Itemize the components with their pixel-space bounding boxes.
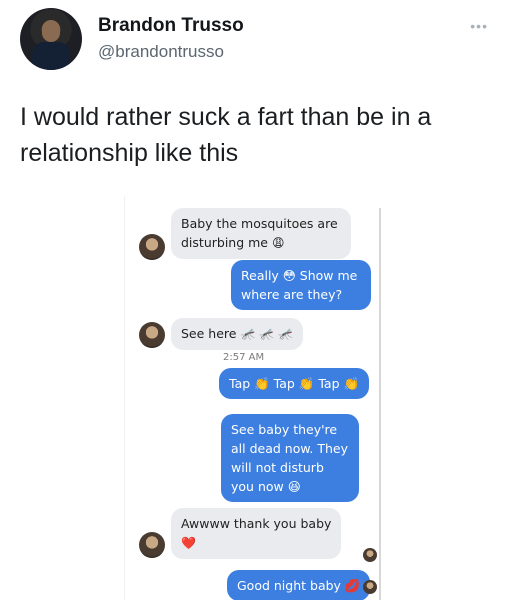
chat-message-sent: Good night baby 💋: [227, 570, 371, 600]
author-display-name[interactable]: Brandon Trusso: [98, 14, 244, 38]
author-handle[interactable]: @brandontrusso: [98, 40, 244, 64]
chat-message-text: Really 😳 Show me where are they?: [241, 268, 358, 302]
tweet-text: I would rather suck a fart than be in a …: [20, 103, 432, 167]
chat-message-text: Baby the mosquitoes are disturbing me: [181, 216, 338, 250]
chat-message-received: Awwww thank you baby ❤️: [171, 508, 342, 559]
chat-message-sent: See baby they're all dead now. They will…: [221, 414, 359, 502]
read-receipt-avatar: [363, 580, 377, 594]
emoji-mosquito-icon: 🦟 🦟 🦟: [240, 327, 293, 341]
chat-message-received: Baby the mosquitoes are disturbing me 😩: [171, 208, 351, 259]
chat-message-text: See baby they're all dead now. They will…: [231, 422, 349, 494]
more-options-icon[interactable]: •••: [470, 18, 488, 34]
chat-message-text: See here: [181, 326, 237, 341]
author-avatar[interactable]: [20, 8, 82, 70]
emoji-weary-icon: 😩: [271, 236, 285, 250]
contact-avatar: [139, 532, 165, 558]
author-names: Brandon Trusso @brandontrusso: [98, 14, 244, 64]
chat-message-text: Good night baby 💋: [237, 578, 361, 593]
tweet-header: Brandon Trusso @brandontrusso •••: [14, 8, 494, 78]
chat-message-text: Awwww thank you baby: [181, 516, 332, 531]
emoji-heart-icon: ❤️: [181, 536, 196, 550]
chat-screenshot-image: Baby the mosquitoes are disturbing me 😩 …: [124, 196, 391, 600]
chat-message-sent: Really 😳 Show me where are they?: [231, 260, 371, 310]
contact-avatar: [139, 234, 165, 260]
chat-divider-line: [379, 208, 381, 600]
avatar-face: [42, 20, 60, 42]
chat-message-sent: Tap 👏 Tap 👏 Tap 👏: [219, 368, 370, 399]
message-timestamp: 2:57 AM: [223, 352, 265, 363]
chat-message-text: Tap 👏 Tap 👏 Tap 👏: [229, 376, 360, 391]
avatar-suit: [32, 42, 70, 70]
read-receipt-avatar: [363, 548, 377, 562]
chat-message-received: See here 🦟 🦟 🦟: [171, 318, 303, 350]
contact-avatar: [139, 322, 165, 348]
